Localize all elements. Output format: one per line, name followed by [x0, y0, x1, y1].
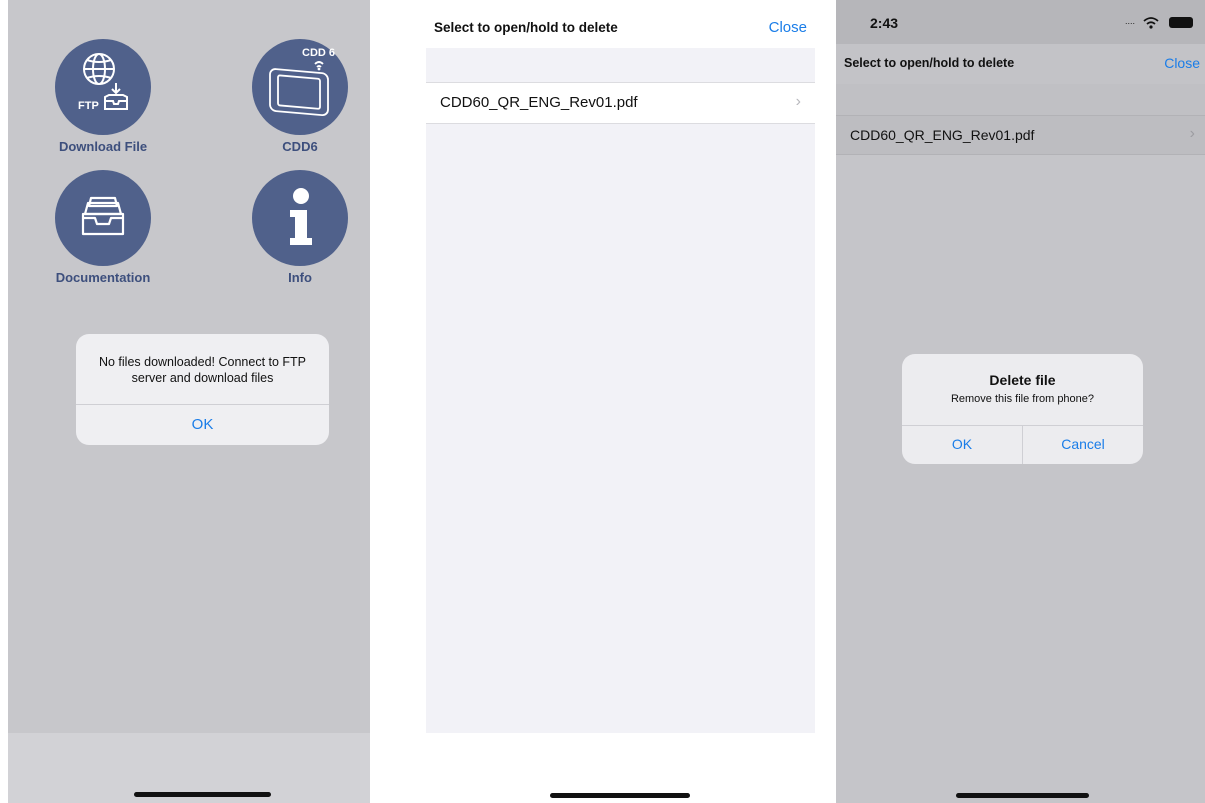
list-spacer: [836, 84, 1205, 115]
ftp-download-icon: FTP: [55, 39, 151, 135]
battery-icon: [1169, 17, 1193, 28]
alert-message: Remove this file from phone?: [950, 393, 1095, 405]
home-screen: FTP Download File CDD 6 CDD6 Documentati…: [8, 0, 370, 803]
close-button[interactable]: Close: [1164, 55, 1200, 71]
file-name: CDD60_QR_ENG_Rev01.pdf: [850, 127, 1035, 143]
signal-icon: ....: [1124, 16, 1135, 26]
ok-button[interactable]: OK: [902, 425, 1022, 464]
wifi-icon: [1143, 17, 1159, 29]
nav-bar: Select to open/hold to delete Close: [836, 44, 1205, 84]
info-icon: [252, 170, 348, 266]
no-files-alert: No files downloaded! Connect to FTP serv…: [76, 334, 329, 445]
info-tile[interactable]: Info: [250, 170, 350, 285]
nav-title: Select to open/hold to delete: [434, 20, 618, 35]
home-indicator[interactable]: [550, 793, 690, 798]
svg-text:FTP: FTP: [78, 100, 99, 112]
status-bar: 2:43 ....: [836, 0, 1205, 44]
delete-file-screen: 2:43 .... Select to open/hold to delete …: [836, 0, 1205, 803]
chevron-right-icon: ›: [795, 93, 801, 110]
list-item[interactable]: CDD60_QR_ENG_Rev01.pdf ›: [836, 115, 1205, 155]
inbox-tray-icon: [55, 170, 151, 266]
cdd6-tile[interactable]: CDD 6 CDD6: [250, 39, 350, 154]
tile-label: Documentation: [55, 270, 151, 285]
svg-text:CDD 6: CDD 6: [302, 47, 335, 59]
download-file-tile[interactable]: FTP Download File: [53, 39, 153, 154]
tile-label: CDD6: [282, 139, 318, 154]
file-list: [426, 48, 815, 733]
tile-label: Info: [288, 270, 312, 285]
nav-bar: Select to open/hold to delete Close: [426, 0, 815, 48]
cdd6-device-icon: CDD 6: [252, 39, 348, 135]
alert-title: Delete file: [989, 372, 1056, 388]
status-time: 2:43: [870, 15, 899, 31]
delete-file-alert: Delete file Remove this file from phone?…: [902, 354, 1143, 464]
chevron-right-icon: ›: [1189, 125, 1195, 142]
documentation-tile[interactable]: Documentation: [53, 170, 153, 285]
tile-label: Download File: [58, 139, 148, 154]
close-button[interactable]: Close: [769, 19, 807, 36]
list-item[interactable]: CDD60_QR_ENG_Rev01.pdf ›: [426, 82, 815, 124]
ok-button[interactable]: OK: [76, 404, 329, 445]
home-indicator[interactable]: [956, 793, 1089, 798]
nav-title: Select to open/hold to delete: [844, 56, 1015, 70]
alert-message: No files downloaded! Connect to FTP serv…: [98, 355, 307, 385]
home-indicator[interactable]: [134, 792, 271, 797]
cancel-button[interactable]: Cancel: [1023, 425, 1143, 464]
file-list-screen: Select to open/hold to delete Close CDD6…: [426, 0, 815, 803]
file-name: CDD60_QR_ENG_Rev01.pdf: [440, 94, 638, 111]
